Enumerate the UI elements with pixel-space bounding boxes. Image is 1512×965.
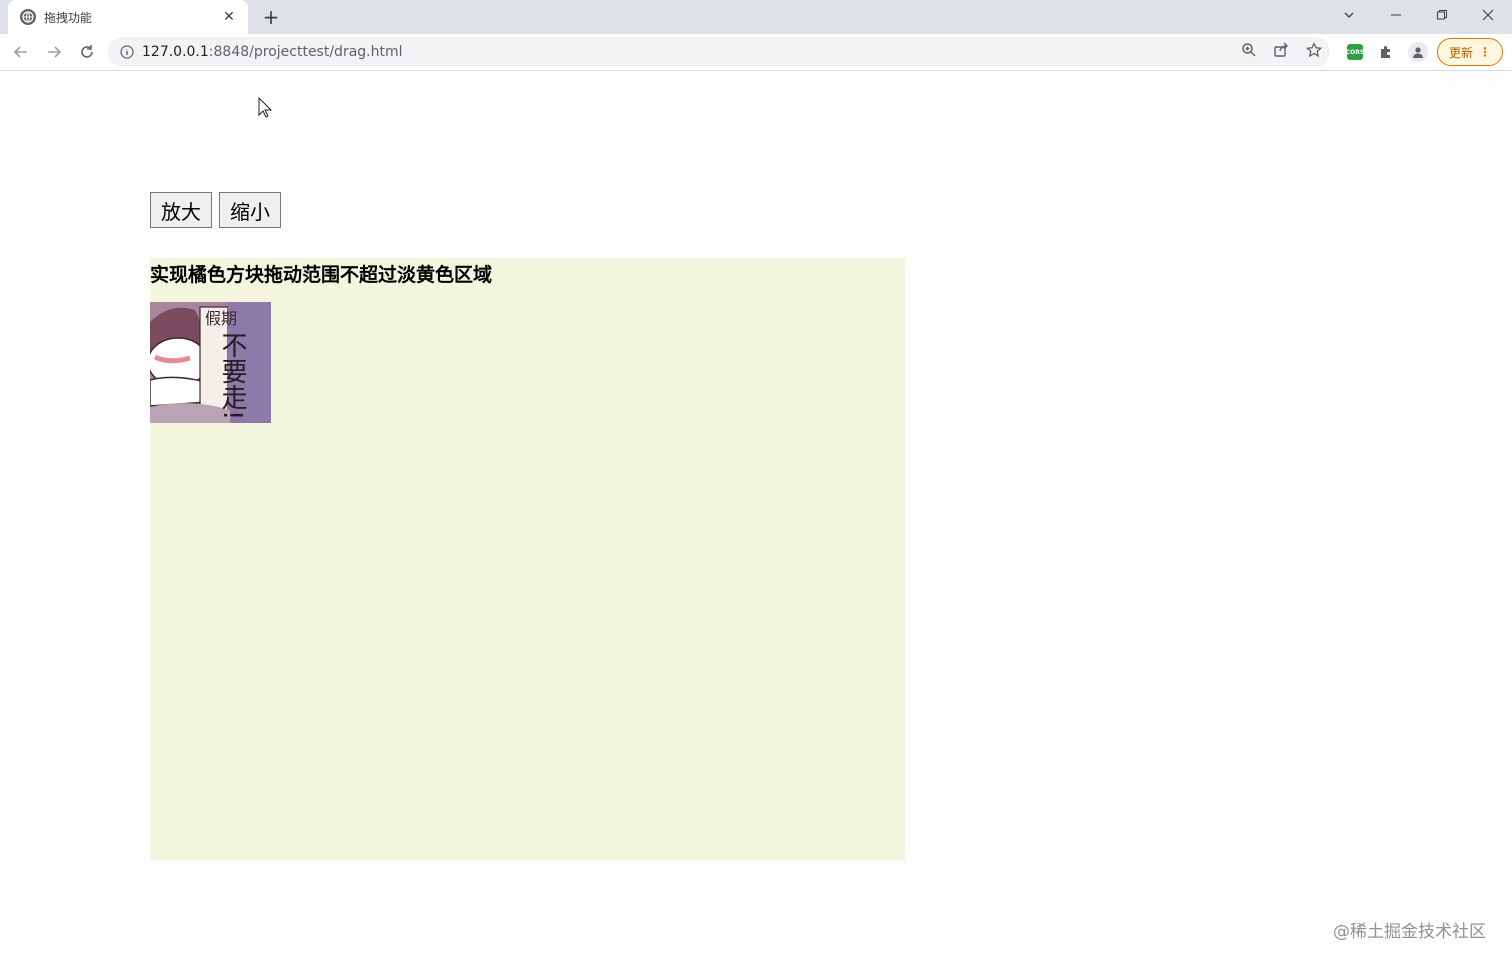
image-caption-large: 不要走!!! [217,332,247,423]
tab-close-icon[interactable]: ✕ [220,8,238,26]
update-button[interactable]: 更新 ⋮ [1437,38,1503,66]
minimize-icon[interactable] [1373,0,1419,30]
tab-strip: 拖拽功能 ✕ + [0,0,1512,34]
url-text: 127.0.0.1:8848/projecttest/drag.html [142,44,403,60]
browser-toolbar: 127.0.0.1:8848/projecttest/drag.html COR… [0,34,1512,71]
profile-avatar-icon[interactable] [1408,42,1428,62]
share-icon[interactable] [1271,40,1291,60]
close-window-icon[interactable] [1465,0,1511,30]
tab-search-icon[interactable] [1326,0,1372,30]
cors-extension-icon[interactable]: CORS [1345,42,1365,62]
browser-tab[interactable]: 拖拽功能 ✕ [8,0,248,34]
restore-icon[interactable] [1419,0,1465,30]
bookmark-star-icon[interactable] [1304,40,1324,60]
zoom-out-button[interactable]: 缩小 [219,192,281,228]
forward-icon[interactable] [40,38,68,66]
draggable-box[interactable]: 假期 不要走!!! [150,302,271,423]
reload-icon[interactable] [73,38,101,66]
zoom-controls: 放大 缩小 [150,192,281,228]
mouse-cursor-icon [258,97,273,118]
globe-icon [20,9,36,25]
site-info-icon[interactable] [120,45,134,59]
page-content: 放大 缩小 实现橘色方块拖动范围不超过淡黄色区域 假期 不要走!!! @稀土掘金… [0,71,1512,965]
extensions-puzzle-icon[interactable] [1376,42,1396,62]
update-label: 更新 [1448,45,1473,60]
watermark: @稀土掘金技术社区 [1333,922,1486,942]
zoom-in-button[interactable]: 放大 [150,192,212,228]
tab-title: 拖拽功能 [44,10,93,25]
address-bar[interactable]: 127.0.0.1:8848/projecttest/drag.html [108,37,1330,67]
image-caption-small: 假期 [205,309,237,328]
zoom-icon[interactable] [1239,40,1259,60]
area-title: 实现橘色方块拖动范围不超过淡黄色区域 [150,264,493,286]
cartoon-image: 假期 不要走!!! [150,302,271,423]
more-menu-icon: ⋮ [1479,45,1491,59]
new-tab-button[interactable]: + [258,5,284,29]
drag-boundary-area: 实现橘色方块拖动范围不超过淡黄色区域 假期 不要走!!! [150,258,905,860]
back-icon[interactable] [7,38,35,66]
